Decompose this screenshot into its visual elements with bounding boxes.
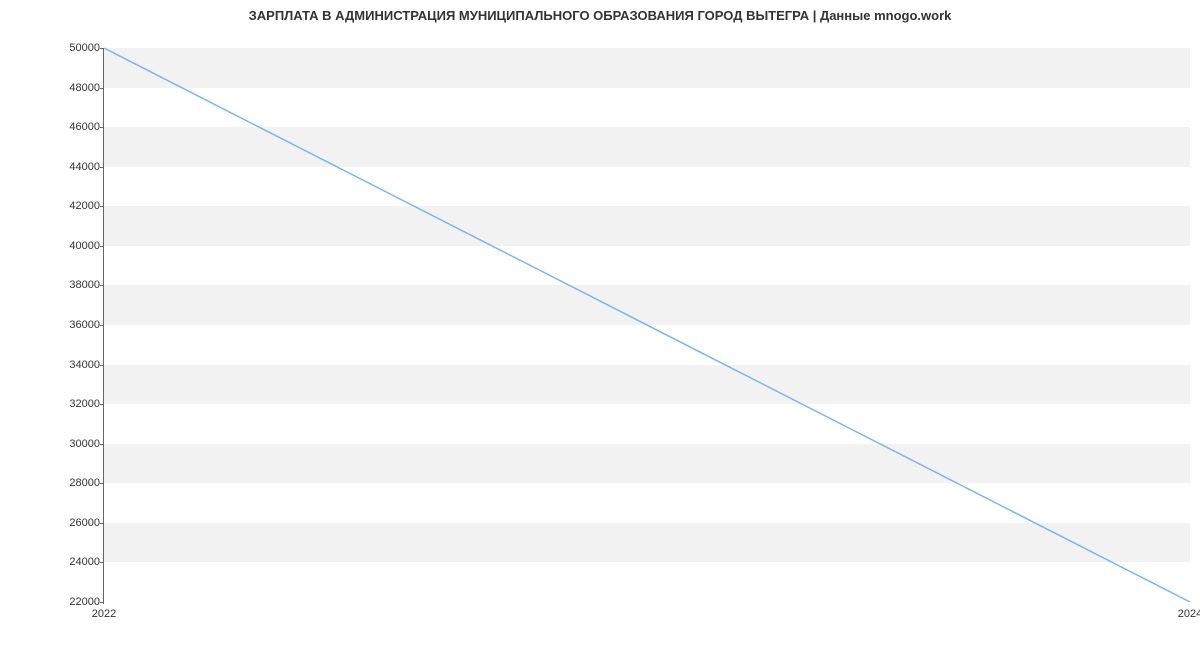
y-tick-mark — [100, 523, 104, 524]
y-tick-label: 32000 — [69, 398, 100, 410]
y-tick-mark — [100, 562, 104, 563]
chart-title: ЗАРПЛАТА В АДМИНИСТРАЦИЯ МУНИЦИПАЛЬНОГО … — [0, 8, 1200, 23]
y-tick-label: 44000 — [69, 161, 100, 173]
y-tick-mark — [100, 167, 104, 168]
y-tick-label: 24000 — [69, 556, 100, 568]
y-tick-label: 50000 — [69, 42, 100, 54]
y-tick-mark — [100, 127, 104, 128]
plot-area — [104, 48, 1190, 602]
y-tick-label: 30000 — [69, 438, 100, 450]
y-tick-label: 28000 — [69, 477, 100, 489]
y-tick-mark — [100, 206, 104, 207]
y-tick-mark — [100, 483, 104, 484]
y-tick-label: 42000 — [69, 200, 100, 212]
y-tick-mark — [100, 285, 104, 286]
y-tick-label: 46000 — [69, 121, 100, 133]
y-tick-mark — [100, 88, 104, 89]
y-tick-mark — [100, 602, 104, 603]
y-tick-label: 38000 — [69, 279, 100, 291]
y-tick-label: 34000 — [69, 359, 100, 371]
y-tick-label: 36000 — [69, 319, 100, 331]
y-tick-label: 22000 — [69, 596, 100, 608]
y-tick-mark — [100, 48, 104, 49]
chart-line — [104, 48, 1190, 602]
y-tick-label: 48000 — [69, 82, 100, 94]
y-tick-mark — [100, 246, 104, 247]
y-tick-label: 26000 — [69, 517, 100, 529]
y-tick-label: 40000 — [69, 240, 100, 252]
x-tick-label: 2024 — [1178, 608, 1200, 620]
chart-container: ЗАРПЛАТА В АДМИНИСТРАЦИЯ МУНИЦИПАЛЬНОГО … — [0, 0, 1200, 650]
y-tick-mark — [100, 325, 104, 326]
y-tick-mark — [100, 444, 104, 445]
y-tick-mark — [100, 404, 104, 405]
x-tick-label: 2022 — [92, 608, 116, 620]
y-tick-mark — [100, 365, 104, 366]
